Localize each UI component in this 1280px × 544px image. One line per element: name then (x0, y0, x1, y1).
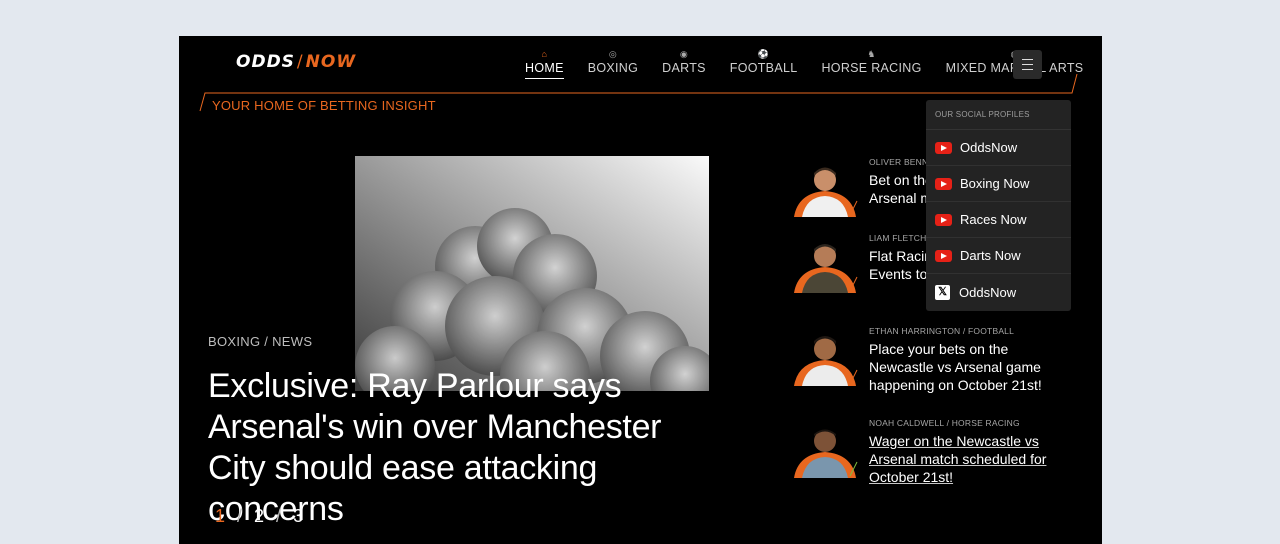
pager-page-1[interactable]: 1 (215, 506, 225, 527)
nav-label: FOOTBALL (729, 61, 798, 75)
article-meta: NOAH CALDWELL / HORSE RACING (869, 418, 1020, 428)
social-link-boxing-now[interactable]: Boxing Now (926, 166, 1071, 202)
social-label: Boxing Now (960, 176, 1030, 191)
odds-now-logo[interactable]: ODDS / NOW (236, 52, 356, 72)
pager-page-3[interactable]: 3 (293, 506, 303, 527)
nav-label: HOME (525, 61, 564, 79)
nav-item-boxing[interactable]: ◎ BOXING (588, 48, 638, 79)
clouds-image (355, 156, 709, 391)
social-link-races-now[interactable]: Races Now (926, 202, 1071, 238)
logo-slash: / (296, 52, 304, 72)
author-avatar (794, 167, 858, 217)
logo-word-now: NOW (305, 52, 357, 72)
nav-item-darts[interactable]: ◉ DARTS (662, 48, 706, 79)
nav-label: DARTS (662, 61, 706, 75)
pager-separator: / (276, 506, 282, 526)
youtube-icon (935, 141, 952, 154)
menu-line (1022, 69, 1033, 70)
site-frame: ODDS / NOW ⌂ HOME ◎ BOXING ◉ DARTS ⚽ FOOTB… (179, 36, 1102, 544)
dropdown-heading: OUR SOCIAL PROFILES (926, 100, 1071, 130)
hero-pager: 1 / 2 / 3 (215, 506, 303, 527)
menu-line (1022, 64, 1033, 65)
article-title-link[interactable]: Wager on the Newcastle vs Arsenal match … (869, 432, 1069, 486)
horse-icon: ♞ (867, 49, 876, 59)
logo-word-odds: ODDS (236, 52, 295, 72)
dartboard-icon: ◉ (679, 49, 689, 59)
nav-item-football[interactable]: ⚽ FOOTBALL (730, 48, 798, 79)
boxing-glove-icon: ◎ (608, 49, 617, 59)
youtube-icon (935, 249, 952, 262)
social-label: OddsNow (960, 140, 1018, 155)
social-link-oddsnow-x[interactable]: 𝕏 OddsNow (926, 274, 1071, 310)
social-label: OddsNow (959, 284, 1017, 300)
youtube-icon (935, 213, 952, 226)
nav-item-home[interactable]: ⌂ HOME (525, 48, 564, 79)
nav-item-horse-racing[interactable]: ♞ HORSE RACING (821, 48, 921, 79)
football-icon: ⚽ (757, 49, 770, 59)
menu-line (1022, 59, 1033, 60)
article-title[interactable]: Place your bets on the Newcastle vs Arse… (869, 340, 1069, 394)
social-profiles-dropdown: OUR SOCIAL PROFILES OddsNow Boxing Now R… (926, 100, 1071, 311)
social-label: Races Now (960, 212, 1027, 227)
pager-page-2[interactable]: 2 (254, 506, 264, 527)
hero-image[interactable] (355, 156, 709, 391)
x-icon: 𝕏 (935, 284, 950, 300)
social-label: Darts Now (960, 248, 1021, 263)
hamburger-menu-button[interactable] (1013, 50, 1042, 79)
article-meta: ETHAN HARRINGTON / FOOTBALL (869, 326, 1015, 336)
youtube-icon (935, 177, 952, 190)
author-avatar (794, 244, 858, 293)
author-avatar (794, 336, 858, 386)
nav-label: BOXING (587, 61, 639, 75)
hero-category[interactable]: BOXING / NEWS (208, 334, 312, 349)
tagline: YOUR HOME OF BETTING INSIGHT (212, 98, 436, 113)
social-link-oddsnow-youtube[interactable]: OddsNow (926, 130, 1071, 166)
main-nav: ⌂ HOME ◎ BOXING ◉ DARTS ⚽ FOOTBALL ♞ HOR… (525, 48, 1083, 79)
pager-separator: / (237, 506, 243, 526)
nav-label: HORSE RACING (821, 61, 922, 75)
author-avatar (794, 429, 858, 478)
home-icon: ⌂ (541, 49, 548, 59)
social-link-darts-now[interactable]: Darts Now (926, 238, 1071, 274)
